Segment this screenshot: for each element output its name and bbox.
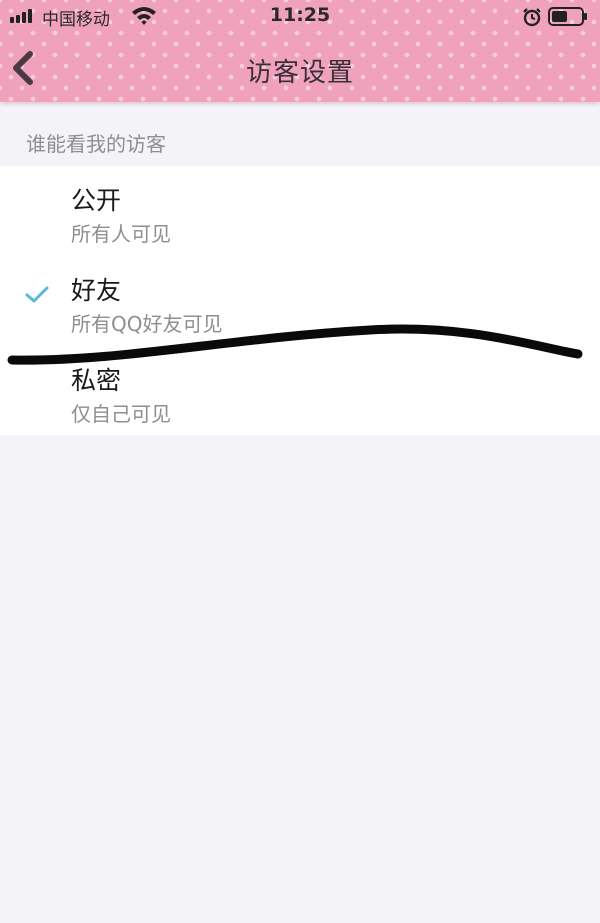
alarm-clock-icon: [523, 8, 541, 27]
option-public[interactable]: 公开 所有人可见: [0, 166, 600, 256]
section-header: 谁能看我的访客: [26, 132, 166, 156]
option-description: 仅自己可见: [71, 402, 171, 426]
option-title: 好友: [71, 276, 122, 305]
screen: 中国移动 11:25 访客设置 谁能看我的访客 公开 所有人可见 好友 所有QQ…: [0, 0, 600, 923]
page-title: 访客设置: [245, 58, 354, 88]
checkmark-icon: [25, 286, 49, 303]
option-title: 公开: [71, 186, 122, 215]
marker-scribble: [7, 324, 583, 365]
visibility-option-list: 公开 所有人可见 好友 所有QQ好友可见 私密 仅自己可见: [0, 166, 600, 435]
battery-icon: [548, 7, 587, 26]
status-bar: 中国移动 11:25: [0, 0, 600, 34]
option-description: 所有人可见: [71, 222, 171, 246]
clock-time: 11:25: [269, 4, 331, 26]
